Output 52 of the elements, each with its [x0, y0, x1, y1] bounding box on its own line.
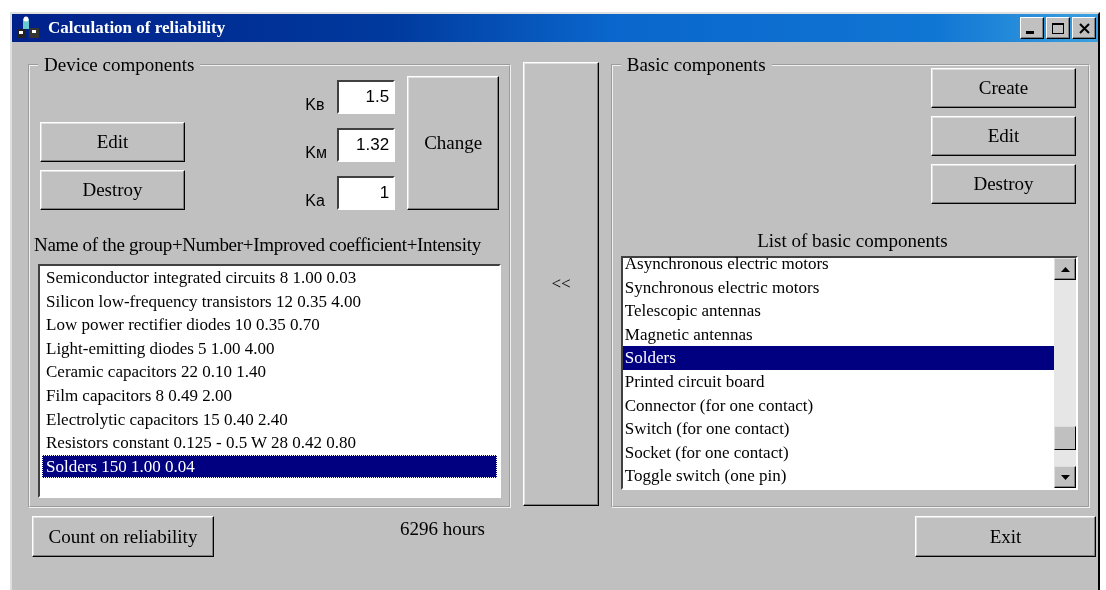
list-item[interactable]: Switch (for one contact) [622, 417, 1054, 441]
list-item[interactable]: Asynchronous electric motors [622, 252, 1054, 276]
list-item[interactable]: Film capacitors 8 0.49 2.00 [42, 383, 498, 408]
up-arrow-icon [1060, 266, 1070, 272]
coefficient-label: Kв [305, 96, 326, 114]
transfer-button[interactable]: << [523, 62, 599, 506]
action-button[interactable]: Destroy [931, 164, 1076, 204]
list-item[interactable]: Magnetic antennas [622, 322, 1054, 347]
close-button[interactable] [1072, 17, 1096, 39]
change-button[interactable]: Change [407, 76, 500, 210]
scroll-down-button[interactable] [1054, 466, 1076, 488]
app-icon [16, 16, 42, 40]
coefficient-field[interactable]: 1.5 [337, 80, 396, 114]
maximize-button[interactable] [1046, 17, 1070, 39]
action-button[interactable]: Create [931, 68, 1076, 108]
minimize-button[interactable] [1020, 17, 1044, 39]
count-button[interactable]: Count on reliability [32, 516, 214, 557]
list-item[interactable]: Electrolytic capacitors 15 0.40 2.40 [42, 407, 498, 432]
list-item[interactable]: Synchronous electric motors [622, 275, 1054, 300]
result-text: 6296 hours [400, 518, 485, 540]
list-item[interactable]: Solders [622, 346, 1054, 370]
list-item[interactable]: Printed circuit board [622, 369, 1054, 394]
group-title: Basic components [625, 54, 767, 76]
list-item[interactable]: Ceramic capacitors 22 0.10 1.40 [42, 360, 498, 384]
scrollbar-thumb[interactable] [1054, 426, 1076, 450]
list-item[interactable]: Semiconductor integrated circuits 8 1.00 0.03 [42, 266, 498, 290]
window-title: Calculation of reliability [48, 18, 226, 38]
group-title: Device components [43, 54, 196, 76]
action-button[interactable]: Edit [40, 122, 185, 162]
coefficient-label: Kм [305, 144, 328, 162]
list-item[interactable]: Socket (for one contact) [622, 440, 1054, 465]
coefficient-field[interactable]: 1.32 [337, 128, 396, 162]
minimize-icon [1026, 30, 1034, 34]
close-icon [1078, 22, 1090, 34]
list-item[interactable]: Silicon low-frequency transistors 12 0.35 4.00 [42, 289, 498, 314]
list-item[interactable]: Solders 150 1.00 0.04 [42, 454, 498, 479]
action-button[interactable]: Edit [931, 116, 1076, 156]
list-item[interactable]: Low power rectifier diodes 10 0.35 0.70 [42, 313, 498, 337]
list-caption: Name of the group+Number+Improved coefficient+Intensity [34, 234, 482, 256]
list-item[interactable]: Light-emitting diodes 5 1.00 4.00 [42, 336, 498, 361]
list-item[interactable]: Toggle switch (one pin) [622, 464, 1054, 488]
list-item[interactable]: Telescopic antennas [622, 299, 1054, 323]
exit-button[interactable]: Exit [915, 516, 1096, 557]
list-caption: List of basic components [756, 230, 949, 252]
list-item[interactable]: Connector (for one contact) [622, 393, 1054, 418]
action-button[interactable]: Destroy [40, 170, 185, 210]
scroll-up-button[interactable] [1054, 258, 1076, 280]
coefficient-label: Ka [305, 192, 326, 210]
coefficient-field[interactable]: 1 [337, 176, 396, 210]
maximize-icon [1052, 22, 1064, 34]
list-item[interactable]: Resistors constant 0.125 - 0.5 W 28 0.42 0.80 [42, 431, 498, 455]
down-arrow-icon [1060, 474, 1070, 480]
